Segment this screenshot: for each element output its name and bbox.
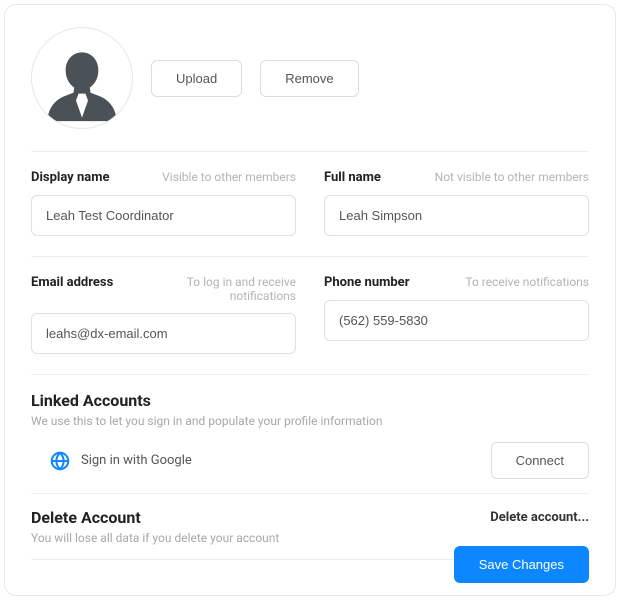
linked-accounts-section: Linked Accounts We use this to let you s… xyxy=(31,375,589,494)
linked-account-row: Sign in with Google Connect xyxy=(31,442,589,479)
profile-settings-card: Upload Remove Display name Visible to ot… xyxy=(4,4,616,596)
full-name-input[interactable] xyxy=(324,195,589,236)
avatar-section: Upload Remove xyxy=(31,27,589,152)
email-hint: To log in and receive notifications xyxy=(121,275,296,303)
full-name-field: Full name Not visible to other members xyxy=(324,170,589,236)
footer-actions: Save Changes xyxy=(454,546,589,583)
delete-account-button[interactable]: Delete account... xyxy=(490,508,589,525)
upload-button[interactable]: Upload xyxy=(151,60,242,97)
delete-account-title: Delete Account xyxy=(31,508,279,527)
linked-accounts-subtitle: We use this to let you sign in and popul… xyxy=(31,414,589,428)
display-name-hint: Visible to other members xyxy=(117,170,296,184)
display-name-label: Display name xyxy=(31,170,109,185)
full-name-hint: Not visible to other members xyxy=(389,170,589,184)
phone-field: Phone number To receive notifications xyxy=(324,275,589,354)
name-fields-row: Display name Visible to other members Fu… xyxy=(31,152,589,257)
avatar-image xyxy=(31,27,133,129)
phone-input[interactable] xyxy=(324,300,589,341)
linked-accounts-title: Linked Accounts xyxy=(31,391,589,410)
save-changes-button[interactable]: Save Changes xyxy=(454,546,589,583)
email-label: Email address xyxy=(31,275,113,290)
phone-label: Phone number xyxy=(324,275,409,290)
remove-button[interactable]: Remove xyxy=(260,60,358,97)
email-input[interactable] xyxy=(31,313,296,354)
connect-button[interactable]: Connect xyxy=(491,442,589,479)
display-name-field: Display name Visible to other members xyxy=(31,170,296,236)
google-provider-label: Sign in with Google xyxy=(81,453,192,468)
email-field: Email address To log in and receive noti… xyxy=(31,275,296,354)
contact-fields-row: Email address To log in and receive noti… xyxy=(31,257,589,375)
delete-account-subtitle: You will lose all data if you delete you… xyxy=(31,531,279,545)
person-silhouette-icon xyxy=(39,42,125,128)
globe-icon xyxy=(49,450,71,472)
full-name-label: Full name xyxy=(324,170,381,185)
display-name-input[interactable] xyxy=(31,195,296,236)
phone-hint: To receive notifications xyxy=(417,275,589,289)
